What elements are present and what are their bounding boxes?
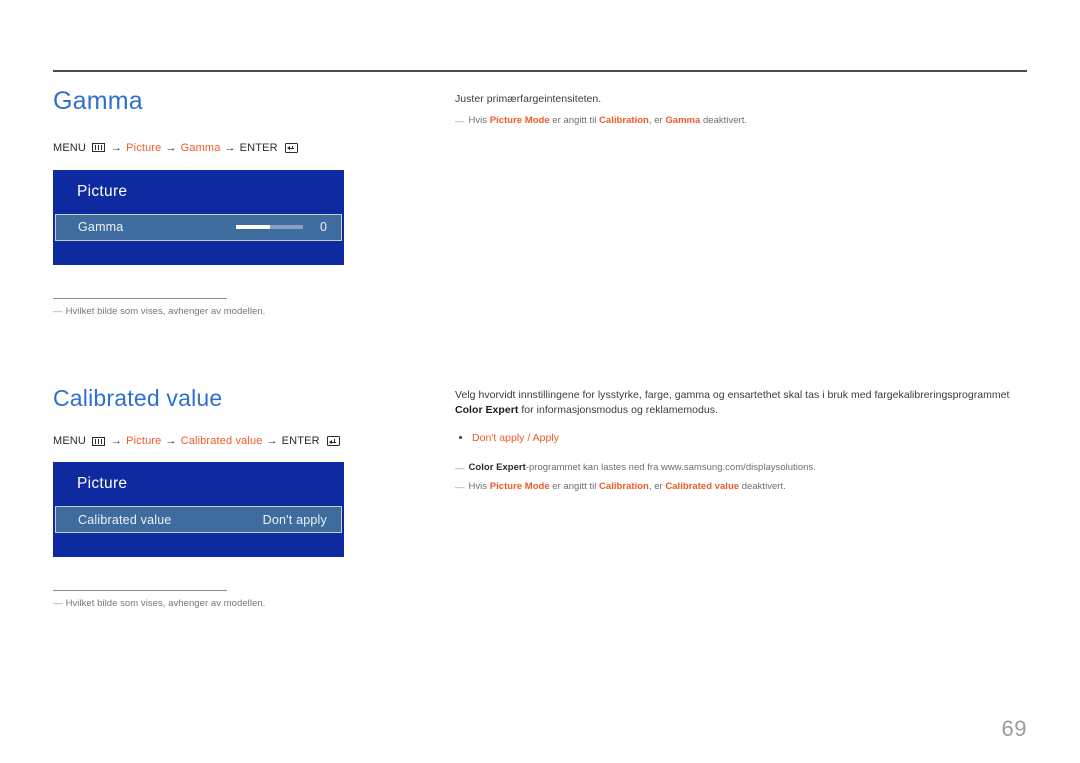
page-top-rule — [53, 70, 1027, 72]
breadcrumb-arrow-2: → — [165, 141, 177, 154]
osd-footer-calibrated-value — [53, 533, 344, 557]
manual-page: Gamma MENU → Picture → Gamma → ENTER Pic… — [0, 0, 1080, 763]
note-text: Color Expert-programmet kan lastes ned f… — [468, 462, 816, 474]
osd-menu-gamma: Picture Gamma 0 — [53, 169, 344, 265]
note-calibrated-2: ― Hvis Picture Mode er angitt til Calibr… — [455, 480, 1028, 494]
bullet-dot-icon — [459, 436, 462, 440]
osd-row-label-calibrated-value: Calibrated value — [78, 512, 172, 527]
calibrated-value-setting: Don't apply — [262, 512, 327, 527]
breadcrumb-item-picture: Picture — [126, 141, 162, 154]
breadcrumb-enter-label: ENTER — [281, 435, 320, 448]
gamma-slider-fill — [236, 225, 270, 229]
options-list: Don't apply / Apply — [472, 432, 560, 445]
osd-row-label-gamma: Gamma — [78, 220, 124, 234]
note-calibrated-1: ― Color Expert-programmet kan lastes ned… — [455, 461, 1028, 475]
osd-row-gamma[interactable]: Gamma 0 — [55, 213, 342, 241]
breadcrumb-menu-label: MENU — [53, 435, 86, 448]
osd-menu-calibrated-value: Picture Calibrated value Don't apply — [53, 462, 344, 558]
enter-return-icon — [326, 436, 340, 447]
note-dash: ― — [455, 116, 465, 128]
note-dash: ― — [455, 463, 465, 475]
osd-header-picture: Picture — [77, 475, 128, 493]
breadcrumb-arrow-2: → — [165, 435, 177, 448]
note-text: Hvis Picture Mode er angitt til Calibrat… — [468, 115, 748, 127]
footnote-gamma: ― Hvilket bilde som vises, avhenger av m… — [53, 306, 413, 318]
page-number: 69 — [1001, 716, 1027, 741]
breadcrumb-arrow-3: → — [224, 141, 236, 154]
footnote-dash: ― — [53, 305, 63, 317]
section-calibrated-left: Calibrated value MENU → Picture → Calibr… — [53, 385, 413, 611]
footnote-dash: ― — [53, 598, 63, 610]
footnote-rule-calibrated-value — [53, 590, 227, 592]
options-bullet-calibrated-value: Don't apply / Apply — [455, 432, 1028, 444]
osd-row-calibrated-value[interactable]: Calibrated value Don't apply — [55, 506, 342, 534]
breadcrumb-gamma: MENU → Picture → Gamma → ENTER — [53, 142, 413, 154]
enter-return-icon — [284, 142, 298, 153]
note-gamma-1: ― Hvis Picture Mode er angitt til Calibr… — [455, 114, 1028, 128]
page-title-gamma: Gamma — [53, 87, 143, 115]
breadcrumb-calibrated-value: MENU → Picture → Calibrated value → ENTE… — [53, 435, 413, 447]
breadcrumb-arrow-3: → — [266, 435, 278, 448]
breadcrumb-arrow-1: → — [111, 435, 123, 448]
description-calibrated-value: Velg hvorvidt innstillingene for lysstyr… — [455, 389, 1010, 417]
gamma-value: 0 — [320, 220, 327, 234]
osd-row-control-group: 0 — [236, 220, 327, 234]
breadcrumb-item-picture: Picture — [126, 435, 162, 448]
breadcrumb-item-gamma: Gamma — [180, 141, 221, 154]
footnote-calibrated-value: ― Hvilket bilde som vises, avhenger av m… — [53, 598, 413, 610]
footnote-text: Hvilket bilde som vises, avhenger av mod… — [65, 598, 266, 610]
note-text: Hvis Picture Mode er angitt til Calibrat… — [468, 480, 786, 492]
breadcrumb-arrow-1: → — [111, 141, 123, 154]
menu-bars-icon — [92, 143, 105, 152]
note-dash: ― — [455, 481, 465, 493]
breadcrumb-menu-label: MENU — [53, 141, 86, 154]
footnote-text: Hvilket bilde som vises, avhenger av mod… — [65, 305, 266, 317]
gamma-slider[interactable] — [236, 225, 303, 229]
menu-bars-icon — [92, 436, 105, 446]
section-gamma-right: Juster primærfargeintensiteten. ― Hvis P… — [455, 92, 1028, 128]
section-calibrated-right: Velg hvorvidt innstillingene for lysstyr… — [455, 388, 1028, 494]
osd-footer-gamma — [53, 241, 344, 265]
breadcrumb-item-calibrated-value: Calibrated value — [180, 435, 263, 448]
footnote-rule-gamma — [53, 297, 227, 299]
description-gamma: Juster primærfargeintensiteten. — [455, 93, 602, 105]
page-title-calibrated-value: Calibrated value — [53, 385, 223, 411]
osd-header-picture: Picture — [77, 182, 128, 200]
section-gamma-left: Gamma MENU → Picture → Gamma → ENTER Pic… — [53, 87, 413, 318]
breadcrumb-enter-label: ENTER — [239, 141, 278, 154]
